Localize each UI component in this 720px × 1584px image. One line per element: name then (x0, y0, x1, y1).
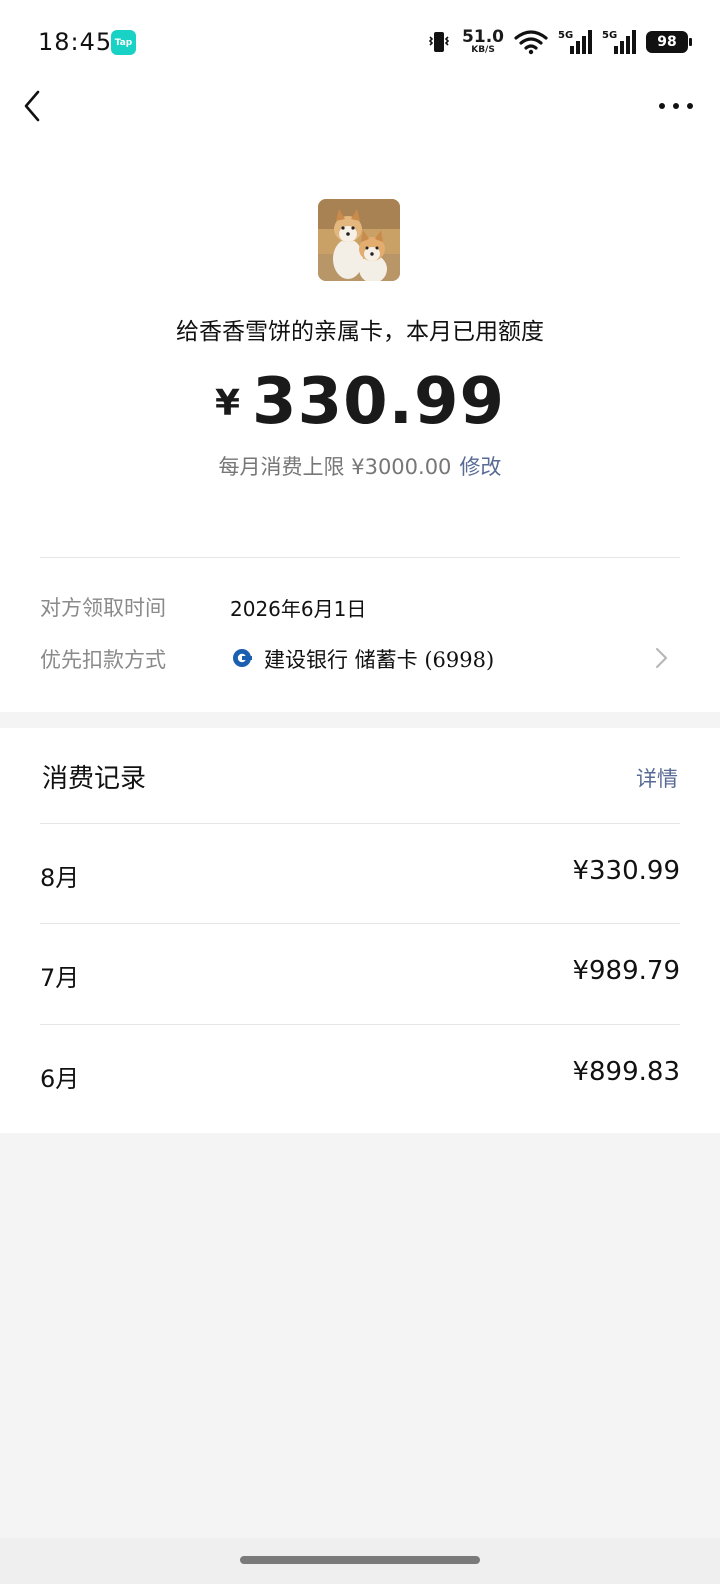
record-row[interactable]: 8月 ¥330.99 (40, 823, 680, 924)
tap-app-icon: Tap (111, 30, 136, 55)
record-month: 6月 (40, 1065, 80, 1093)
ccb-bank-icon (233, 649, 252, 667)
signal-5g-icon-2: 5G (602, 30, 636, 54)
network-speed: 51.0 KB/S (462, 27, 504, 55)
record-month: 8月 (40, 864, 80, 892)
more-options-icon[interactable] (656, 92, 696, 120)
battery-indicator: 98 (646, 31, 692, 53)
records-title: 消费记录 (42, 764, 147, 794)
used-amount: ¥ 330.99 (0, 365, 720, 439)
svg-text:5G: 5G (558, 30, 573, 41)
record-amount: ¥989.79 (572, 956, 680, 986)
monthly-limit-text: 每月消费上限 ¥3000.00 (218, 455, 452, 479)
signal-5g-icon: 5G (558, 30, 592, 54)
record-amount: ¥899.83 (572, 1057, 680, 1087)
status-time: 18:45 (38, 28, 113, 56)
payment-method-label: 优先扣款方式 (40, 648, 166, 672)
vibrate-icon (428, 32, 450, 52)
record-month: 7月 (40, 964, 80, 992)
claim-time-label: 对方领取时间 (40, 596, 166, 620)
status-bar: 18:45 Tap 51.0 KB/S 5G 5G 98 (0, 0, 720, 84)
recipient-avatar (318, 199, 400, 281)
wifi-icon (514, 30, 548, 55)
records-detail-link[interactable]: 详情 (636, 763, 678, 793)
edit-limit-link[interactable]: 修改 (459, 455, 501, 479)
back-arrow-icon[interactable] (16, 86, 52, 126)
card-headline: 给香香雪饼的亲属卡，本月已用额度 (176, 319, 544, 345)
record-row[interactable]: 7月 ¥989.79 (40, 923, 680, 1024)
chevron-right-icon[interactable] (654, 645, 670, 671)
status-icons: 51.0 KB/S 5G 5G 98 (426, 26, 692, 58)
payment-method-value[interactable]: 建设银行 储蓄卡 (6998) (264, 644, 494, 674)
monthly-limit: 每月消费上限 ¥3000.00 修改 (0, 451, 720, 481)
home-indicator[interactable] (240, 1556, 480, 1564)
record-amount: ¥330.99 (572, 856, 680, 886)
consumption-records: 消费记录 详情 8月 ¥330.99 7月 ¥989.79 6月 ¥899.83 (0, 728, 720, 1133)
claim-time-value: 2026年6月1日 (230, 597, 367, 621)
used-amount-value: 330.99 (252, 365, 506, 439)
divider (40, 557, 680, 558)
record-row[interactable]: 6月 ¥899.83 (40, 1024, 680, 1125)
currency-symbol: ¥ (214, 383, 241, 424)
svg-text:5G: 5G (602, 30, 617, 41)
